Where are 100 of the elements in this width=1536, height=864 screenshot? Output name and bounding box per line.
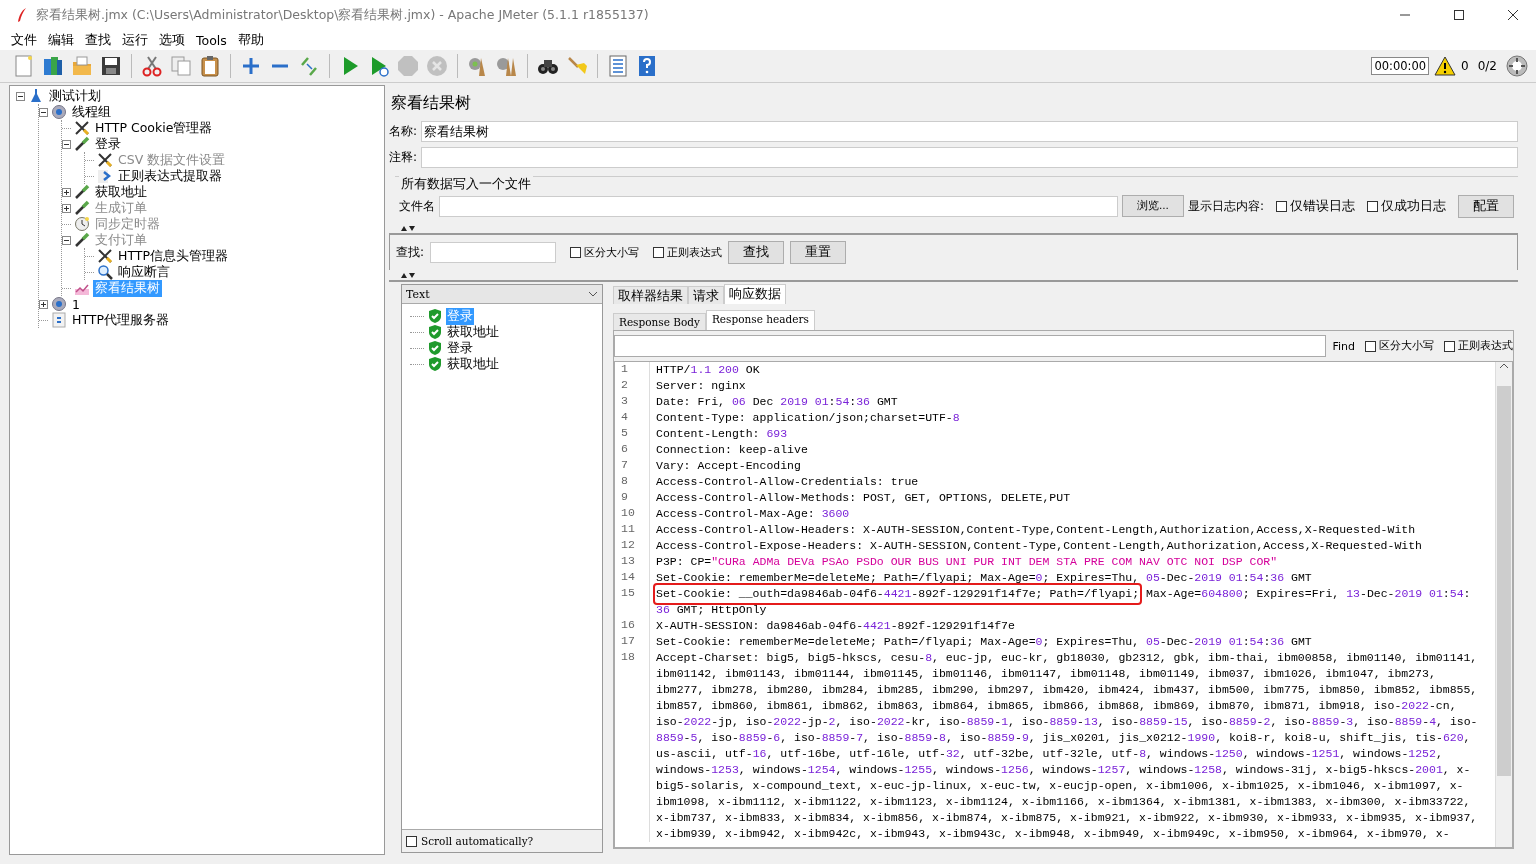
shield-check-icon	[428, 308, 442, 324]
checkbox[interactable]	[1367, 200, 1378, 212]
code-line: Vary: Accept-Encoding	[656, 458, 801, 474]
menu-item[interactable]: Tools	[195, 32, 228, 48]
checkbox-label[interactable]: 区分大小写	[584, 245, 640, 260]
config-button[interactable]: 配置	[1458, 194, 1514, 218]
line-number: 1	[615, 362, 650, 378]
field-label: 显示日志内容:	[1187, 197, 1264, 215]
tab[interactable]: 响应数据	[724, 284, 786, 304]
checkbox[interactable]	[653, 247, 665, 258]
gear-icon	[51, 296, 67, 312]
line-number: 16	[615, 618, 650, 634]
remote-status-icon[interactable]	[1506, 55, 1528, 77]
tab[interactable]: 取样器结果	[613, 286, 688, 304]
chevron-up-icon[interactable]	[1499, 362, 1509, 370]
browse-button[interactable]: 浏览...	[1121, 195, 1184, 217]
line-number: 8	[615, 474, 650, 490]
comment-field[interactable]	[421, 146, 1518, 168]
checkbox-label[interactable]: 区分大小写	[1379, 339, 1434, 353]
tab[interactable]: Response headers	[705, 310, 815, 330]
checkbox-label[interactable]: 正则表达式	[667, 245, 723, 260]
code-line: Set-Cookie: rememberMe=deleteMe; Path=/flyapi; Max-Age=0; Expires=Thu, 05-Dec-2019 01:54:36 GMT	[656, 570, 1312, 586]
result-item[interactable]: 登录	[446, 339, 474, 357]
line-number: 15	[615, 586, 650, 618]
code-line: Content-Length: 693	[656, 426, 788, 442]
scissors-icon[interactable]	[140, 54, 164, 78]
collapse-toggle-icon[interactable]	[62, 139, 71, 149]
splitter-arrows-icon[interactable]	[401, 225, 415, 231]
checkbox-label[interactable]: 正则表达式	[1458, 339, 1513, 353]
code-line: Accept-Charset: big5, big5-hkscs, cesu-8, euc-jp, euc-kr, gb18030, gb2312, gbk, ibm-thai, ibm00858, ibm01140, ibm01141,	[656, 650, 1478, 666]
collapse-toggle-icon[interactable]	[16, 91, 25, 101]
menu-item[interactable]: 查找	[84, 31, 112, 49]
collapse-toggle-icon[interactable]	[39, 107, 48, 117]
warning-icon[interactable]	[1434, 56, 1457, 76]
find-field[interactable]	[614, 335, 1327, 357]
renderer-dropdown[interactable]: Text	[402, 285, 602, 304]
splitter-arrows-icon[interactable]	[401, 272, 415, 278]
code-line: Connection: keep-alive	[656, 442, 808, 458]
tab[interactable]: 请求	[688, 286, 724, 304]
search-button[interactable]: 重置	[790, 241, 847, 264]
line-number: 3	[615, 394, 650, 410]
code-line: x-ibm737, x-ibm833, x-ibm834, x-ibm856, x-ibm874, x-ibm875, x-ibm921, x-ibm922, x-ibm930, x-ibm933, x-ibm935, x-ibm937,	[656, 810, 1478, 826]
tree-item[interactable]: 登录	[93, 135, 123, 153]
scrollbar[interactable]	[1495, 362, 1512, 847]
magnifier-icon	[97, 264, 113, 280]
code-line: ibm01142, ibm01143, ibm01144, ibm01145, ibm01146, ibm01147, ibm01148, ibm01149, ibm037, ibm1026, ibm1047, ibm273,	[656, 666, 1436, 682]
panel-title: 察看结果树	[390, 92, 472, 114]
code-line: Access-Control-Allow-Methods: POST, GET, OPTIONS, DELETE,PUT	[656, 490, 1071, 506]
save-icon[interactable]	[99, 54, 123, 78]
code-line: Set-Cookie: rememberMe=deleteMe; Path=/flyapi; Max-Age=0; Expires=Thu, 05-Dec-2019 01:54:36 GMT	[656, 634, 1312, 650]
code-line: HTTP/1.1 200 OK	[656, 362, 760, 378]
code-line: ibm1098, x-ibm1112, x-ibm1122, x-ibm1123, x-ibm1124, x-ibm1166, x-ibm1364, x-ibm1381, x-ibm1383, x-ibm300, x-ibm33722,	[656, 794, 1471, 810]
search-button[interactable]: 查找	[728, 241, 785, 264]
tree-item[interactable]: 获取地址	[93, 183, 149, 201]
code-line: iso-2022-jp, iso-2022-jp-2, iso-2022-kr, iso-8859-1, iso-8859-13, iso-8859-15, iso-8859-2, iso-8859-3, iso-8859-4, iso-	[656, 714, 1478, 730]
books-icon[interactable]	[41, 54, 65, 78]
checkbox[interactable]	[1444, 340, 1455, 352]
tree-item[interactable]: 1	[70, 296, 82, 312]
expand-toggle-icon[interactable]	[62, 187, 71, 197]
tree-item[interactable]: 测试计划	[47, 87, 103, 105]
result-item[interactable]: 获取地址	[446, 323, 500, 341]
maximize-icon	[1454, 10, 1464, 20]
checkbox-label[interactable]: Scroll automatically?	[421, 835, 534, 847]
shield-check-icon	[428, 356, 442, 372]
name-field[interactable]: 察看结果树	[421, 120, 1518, 142]
filename-field[interactable]	[439, 195, 1118, 217]
tree-item[interactable]: 正则表达式提取器	[116, 167, 224, 185]
tree-item[interactable]: HTTP Cookie管理器	[93, 119, 215, 137]
menu-item[interactable]: 选项	[158, 31, 186, 49]
tab[interactable]: Response Body	[613, 313, 706, 330]
expand-toggle-icon[interactable]	[39, 299, 48, 309]
menu-item[interactable]: 运行	[121, 31, 149, 49]
code-line: Access-Control-Expose-Headers: X-AUTH-SESSION,Content-Type,Content-Length,Authorization,Access,X-Requested-With	[656, 538, 1423, 554]
menu-item[interactable]: 文件	[10, 31, 38, 49]
line-number: 7	[615, 458, 650, 474]
checkbox-label[interactable]: 仅错误日志	[1290, 197, 1355, 215]
checkbox[interactable]	[1276, 200, 1287, 212]
field-label: 查找:	[396, 244, 425, 261]
pipette-icon	[74, 200, 90, 216]
checkbox[interactable]	[570, 247, 582, 258]
code-line: 36 GMT; HttpOnly	[656, 602, 767, 618]
flask-icon	[28, 88, 44, 104]
list-icon[interactable]	[606, 54, 630, 78]
clipboard-icon[interactable]	[198, 54, 222, 78]
checkbox[interactable]	[1365, 340, 1376, 352]
window-title: 察看结果树.jmx (C:\Users\Administrator\Desktop\察看结果树.jmx) - Apache JMeter (5.1.1 r1855137)	[36, 6, 650, 24]
tree-item[interactable]: 线程组	[70, 103, 113, 121]
line-number: 2	[615, 378, 650, 394]
line-number: 17	[615, 634, 650, 650]
checkbox-label[interactable]: 仅成功日志	[1381, 197, 1446, 215]
result-item[interactable]: 获取地址	[446, 355, 500, 373]
search-field[interactable]	[430, 242, 557, 263]
checkbox[interactable]	[406, 835, 417, 847]
line-number: 5	[615, 426, 650, 442]
tools-icon	[74, 120, 90, 136]
field-label: Find	[1332, 339, 1355, 353]
tree-item[interactable]: HTTP代理服务器	[70, 311, 171, 329]
highlighted-text: Set-Cookie: __outh=da9846ab-04f6-4421-892f-129291f14f7e; Path=/flyapi;	[656, 586, 1140, 602]
menu-item[interactable]: 编辑	[47, 31, 75, 49]
menu-item[interactable]: 帮助	[236, 31, 265, 49]
